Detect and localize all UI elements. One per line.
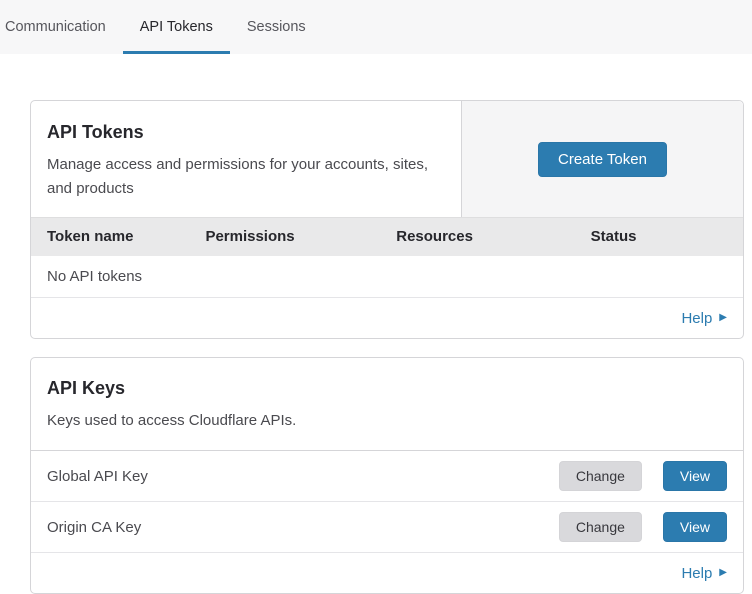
help-arrow-icon: ▶ [719,568,727,578]
help-link-label: Help [681,565,712,582]
api-key-row-global: Global API Key Change View [31,451,743,502]
settings-tabbar: Communication API Tokens Sessions [0,0,752,54]
api-tokens-card-header: API Tokens Manage access and permissions… [31,101,743,217]
change-global-api-key-button[interactable]: Change [559,461,642,491]
api-tokens-card: API Tokens Manage access and permissions… [30,100,744,339]
tokens-table-header-row: Token name Permissions Resources Status [31,218,743,256]
column-header-status: Status [591,218,743,256]
create-token-button[interactable]: Create Token [538,142,667,177]
api-key-actions: Change View [559,461,727,491]
api-key-actions: Change View [559,512,727,542]
api-tokens-help-link[interactable]: Help ▶ [681,310,727,327]
tokens-empty-message: No API tokens [31,256,743,298]
api-key-name: Global API Key [47,468,148,485]
tokens-table: Token name Permissions Resources Status … [31,217,743,298]
api-keys-title: API Keys [47,378,727,399]
api-tokens-title: API Tokens [47,122,445,143]
api-key-row-origin-ca: Origin CA Key Change View [31,502,743,553]
tab-sessions[interactable]: Sessions [230,0,323,54]
help-arrow-icon: ▶ [719,313,727,323]
api-keys-help-link[interactable]: Help ▶ [681,565,727,582]
column-header-resources: Resources [396,218,590,256]
api-tokens-card-footer: Help ▶ [31,298,743,338]
api-tokens-action-panel: Create Token [461,101,743,217]
view-origin-ca-key-button[interactable]: View [663,512,727,542]
api-tokens-card-intro: API Tokens Manage access and permissions… [31,101,461,217]
api-keys-card-footer: Help ▶ [31,553,743,593]
help-link-label: Help [681,310,712,327]
change-origin-ca-key-button[interactable]: Change [559,512,642,542]
tokens-empty-row: No API tokens [31,256,743,298]
api-keys-description: Keys used to access Cloudflare APIs. [47,409,727,433]
api-keys-card: API Keys Keys used to access Cloudflare … [30,357,744,594]
api-keys-card-header: API Keys Keys used to access Cloudflare … [31,358,743,451]
column-header-token-name: Token name [31,218,205,256]
api-key-name: Origin CA Key [47,519,141,536]
tab-communication[interactable]: Communication [5,0,123,54]
api-tokens-description: Manage access and permissions for your a… [47,153,445,201]
view-global-api-key-button[interactable]: View [663,461,727,491]
tab-api-tokens[interactable]: API Tokens [123,0,230,54]
column-header-permissions: Permissions [205,218,396,256]
